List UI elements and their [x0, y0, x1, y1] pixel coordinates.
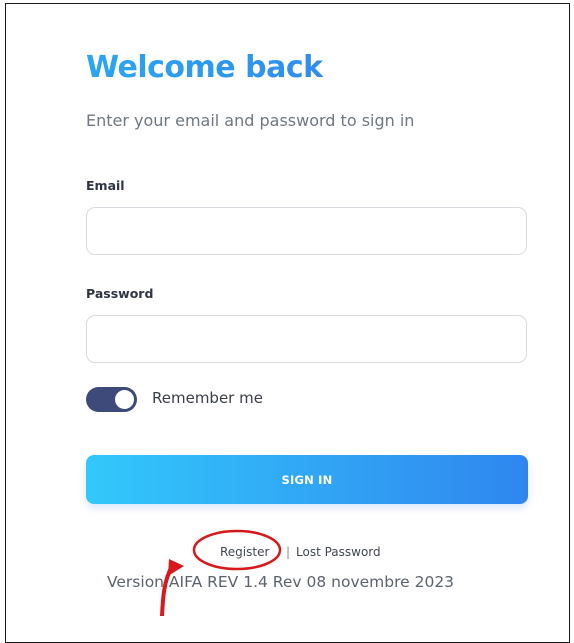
email-label: Email — [86, 178, 125, 193]
lost-password-link[interactable]: Lost Password — [296, 545, 381, 559]
version-text: Version AIFA REV 1.4 Rev 08 novembre 202… — [107, 573, 455, 591]
password-label: Password — [86, 286, 154, 301]
login-card: Welcome back Enter your email and passwo… — [5, 3, 570, 643]
page-subtitle: Enter your email and password to sign in — [86, 111, 415, 130]
sign-in-button-label: SIGN IN — [281, 472, 333, 487]
sign-in-button[interactable]: SIGN IN — [86, 455, 528, 504]
page-title: Welcome back — [86, 50, 323, 85]
toggle-knob — [115, 390, 134, 409]
remember-me-toggle[interactable] — [86, 387, 137, 412]
password-field[interactable] — [86, 315, 527, 363]
remember-me-label: Remember me — [152, 389, 263, 407]
register-link[interactable]: Register — [220, 545, 269, 559]
email-field[interactable] — [86, 207, 527, 255]
link-separator: | — [286, 545, 291, 559]
